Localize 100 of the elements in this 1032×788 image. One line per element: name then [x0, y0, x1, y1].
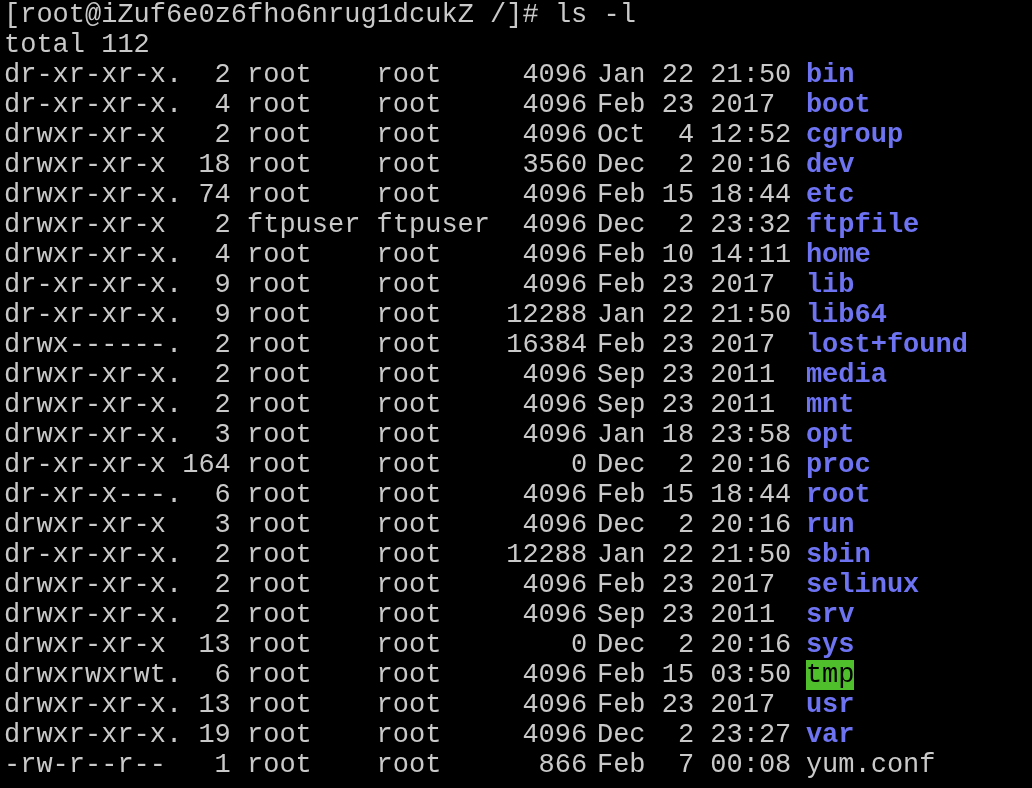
link-count: 2	[213, 330, 231, 360]
group-name: root	[376, 120, 443, 150]
directory-name: root	[805, 480, 871, 510]
owner-name: root	[247, 60, 313, 90]
file-size: 4096	[521, 180, 588, 210]
file-size: 4096	[521, 420, 588, 450]
link-count: 6	[213, 480, 231, 510]
time-text: 18:44	[710, 180, 792, 210]
group-name: ftpuser	[376, 210, 492, 240]
group-name: root	[376, 60, 443, 90]
group-name: root	[376, 660, 443, 690]
directory-name: proc	[805, 450, 871, 480]
date-month: Dec	[596, 210, 646, 240]
owner-name: root	[247, 120, 313, 150]
group-name: root	[376, 540, 443, 570]
owner-name: root	[247, 480, 313, 510]
group-name: root	[376, 420, 443, 450]
owner-name: root	[247, 330, 313, 360]
group-name: root	[376, 450, 443, 480]
file-size: 4096	[521, 600, 588, 630]
time-text: 23:58	[710, 420, 792, 450]
permissions-text: drwxr-xr-x.	[4, 600, 183, 630]
date-day: 18	[661, 420, 695, 450]
date-month: Dec	[596, 510, 646, 540]
file-size: 4096	[521, 390, 588, 420]
date-day: 23	[661, 570, 695, 600]
permissions-text: drwxr-xr-x	[4, 150, 168, 180]
link-count: 1	[213, 750, 231, 780]
date-day: 2	[661, 450, 695, 480]
directory-name: boot	[805, 90, 871, 120]
total-text: total 112	[4, 30, 150, 60]
permissions-text: drwxr-xr-x.	[4, 180, 183, 210]
file-size: 12288	[506, 540, 588, 570]
permissions-text: drwxr-xr-x.	[4, 570, 183, 600]
link-count: 19	[197, 720, 231, 750]
group-name: root	[376, 630, 443, 660]
file-size: 4096	[521, 360, 588, 390]
permissions-text: drwxr-xr-x.	[4, 420, 183, 450]
file-size: 4096	[521, 480, 588, 510]
date-day: 15	[661, 180, 695, 210]
directory-name: mnt	[805, 390, 855, 420]
directory-name: srv	[805, 600, 855, 630]
date-day: 23	[661, 690, 695, 720]
directory-name: cgroup	[805, 120, 904, 150]
time-text: 20:16	[710, 510, 792, 540]
permissions-text: drwxr-xr-x	[4, 510, 168, 540]
owner-name: root	[247, 690, 313, 720]
time-text: 21:50	[710, 540, 792, 570]
link-count: 6	[213, 660, 231, 690]
file-size: 866	[537, 750, 588, 780]
owner-name: root	[247, 660, 313, 690]
group-name: root	[376, 510, 443, 540]
directory-name: usr	[805, 690, 855, 720]
directory-name: ftpfile	[805, 210, 920, 240]
file-name: yum.conf	[805, 750, 936, 780]
permissions-text: drwxr-xr-x	[4, 120, 168, 150]
directory-name: etc	[805, 180, 855, 210]
date-day: 23	[661, 90, 695, 120]
link-count: 2	[213, 390, 231, 420]
group-name: root	[376, 270, 443, 300]
permissions-text: drwxr-xr-x.	[4, 240, 183, 270]
permissions-text: drwxr-xr-x.	[4, 720, 183, 750]
date-day: 4	[661, 120, 695, 150]
group-name: root	[376, 180, 443, 210]
owner-name: root	[247, 510, 313, 540]
owner-name: ftpuser	[247, 210, 362, 240]
time-text: 23:32	[710, 210, 792, 240]
link-count: 2	[213, 60, 231, 90]
file-size: 4096	[521, 90, 588, 120]
file-size: 12288	[506, 300, 588, 330]
permissions-text: dr-xr-xr-x.	[4, 270, 183, 300]
date-month: Jan	[596, 300, 646, 330]
link-count: 2	[213, 570, 231, 600]
time-text: 20:16	[710, 150, 792, 180]
owner-name: root	[247, 570, 313, 600]
date-day: 2	[661, 150, 695, 180]
group-name: root	[376, 90, 443, 120]
date-day: 22	[661, 540, 695, 570]
date-day: 2	[661, 720, 695, 750]
file-size: 4096	[521, 690, 588, 720]
link-count: 9	[213, 300, 231, 330]
date-month: Feb	[596, 270, 646, 300]
link-count: 4	[213, 90, 231, 120]
directory-name: sys	[805, 630, 855, 660]
link-count: 9	[213, 270, 231, 300]
time-text: 21:50	[710, 60, 792, 90]
link-count: 74	[197, 180, 231, 210]
permissions-text: drwxr-xr-x	[4, 210, 168, 240]
date-month: Sep	[596, 600, 646, 630]
time-text: 2017	[710, 690, 777, 720]
directory-name: var	[805, 720, 855, 750]
link-count: 4	[213, 240, 231, 270]
time-text: 2017	[710, 270, 777, 300]
date-day: 23	[661, 390, 695, 420]
group-name: root	[376, 570, 443, 600]
date-month: Dec	[596, 720, 646, 750]
owner-name: root	[247, 450, 313, 480]
group-name: root	[376, 750, 443, 780]
permissions-text: dr-xr-xr-x	[4, 450, 168, 480]
date-day: 23	[661, 270, 695, 300]
